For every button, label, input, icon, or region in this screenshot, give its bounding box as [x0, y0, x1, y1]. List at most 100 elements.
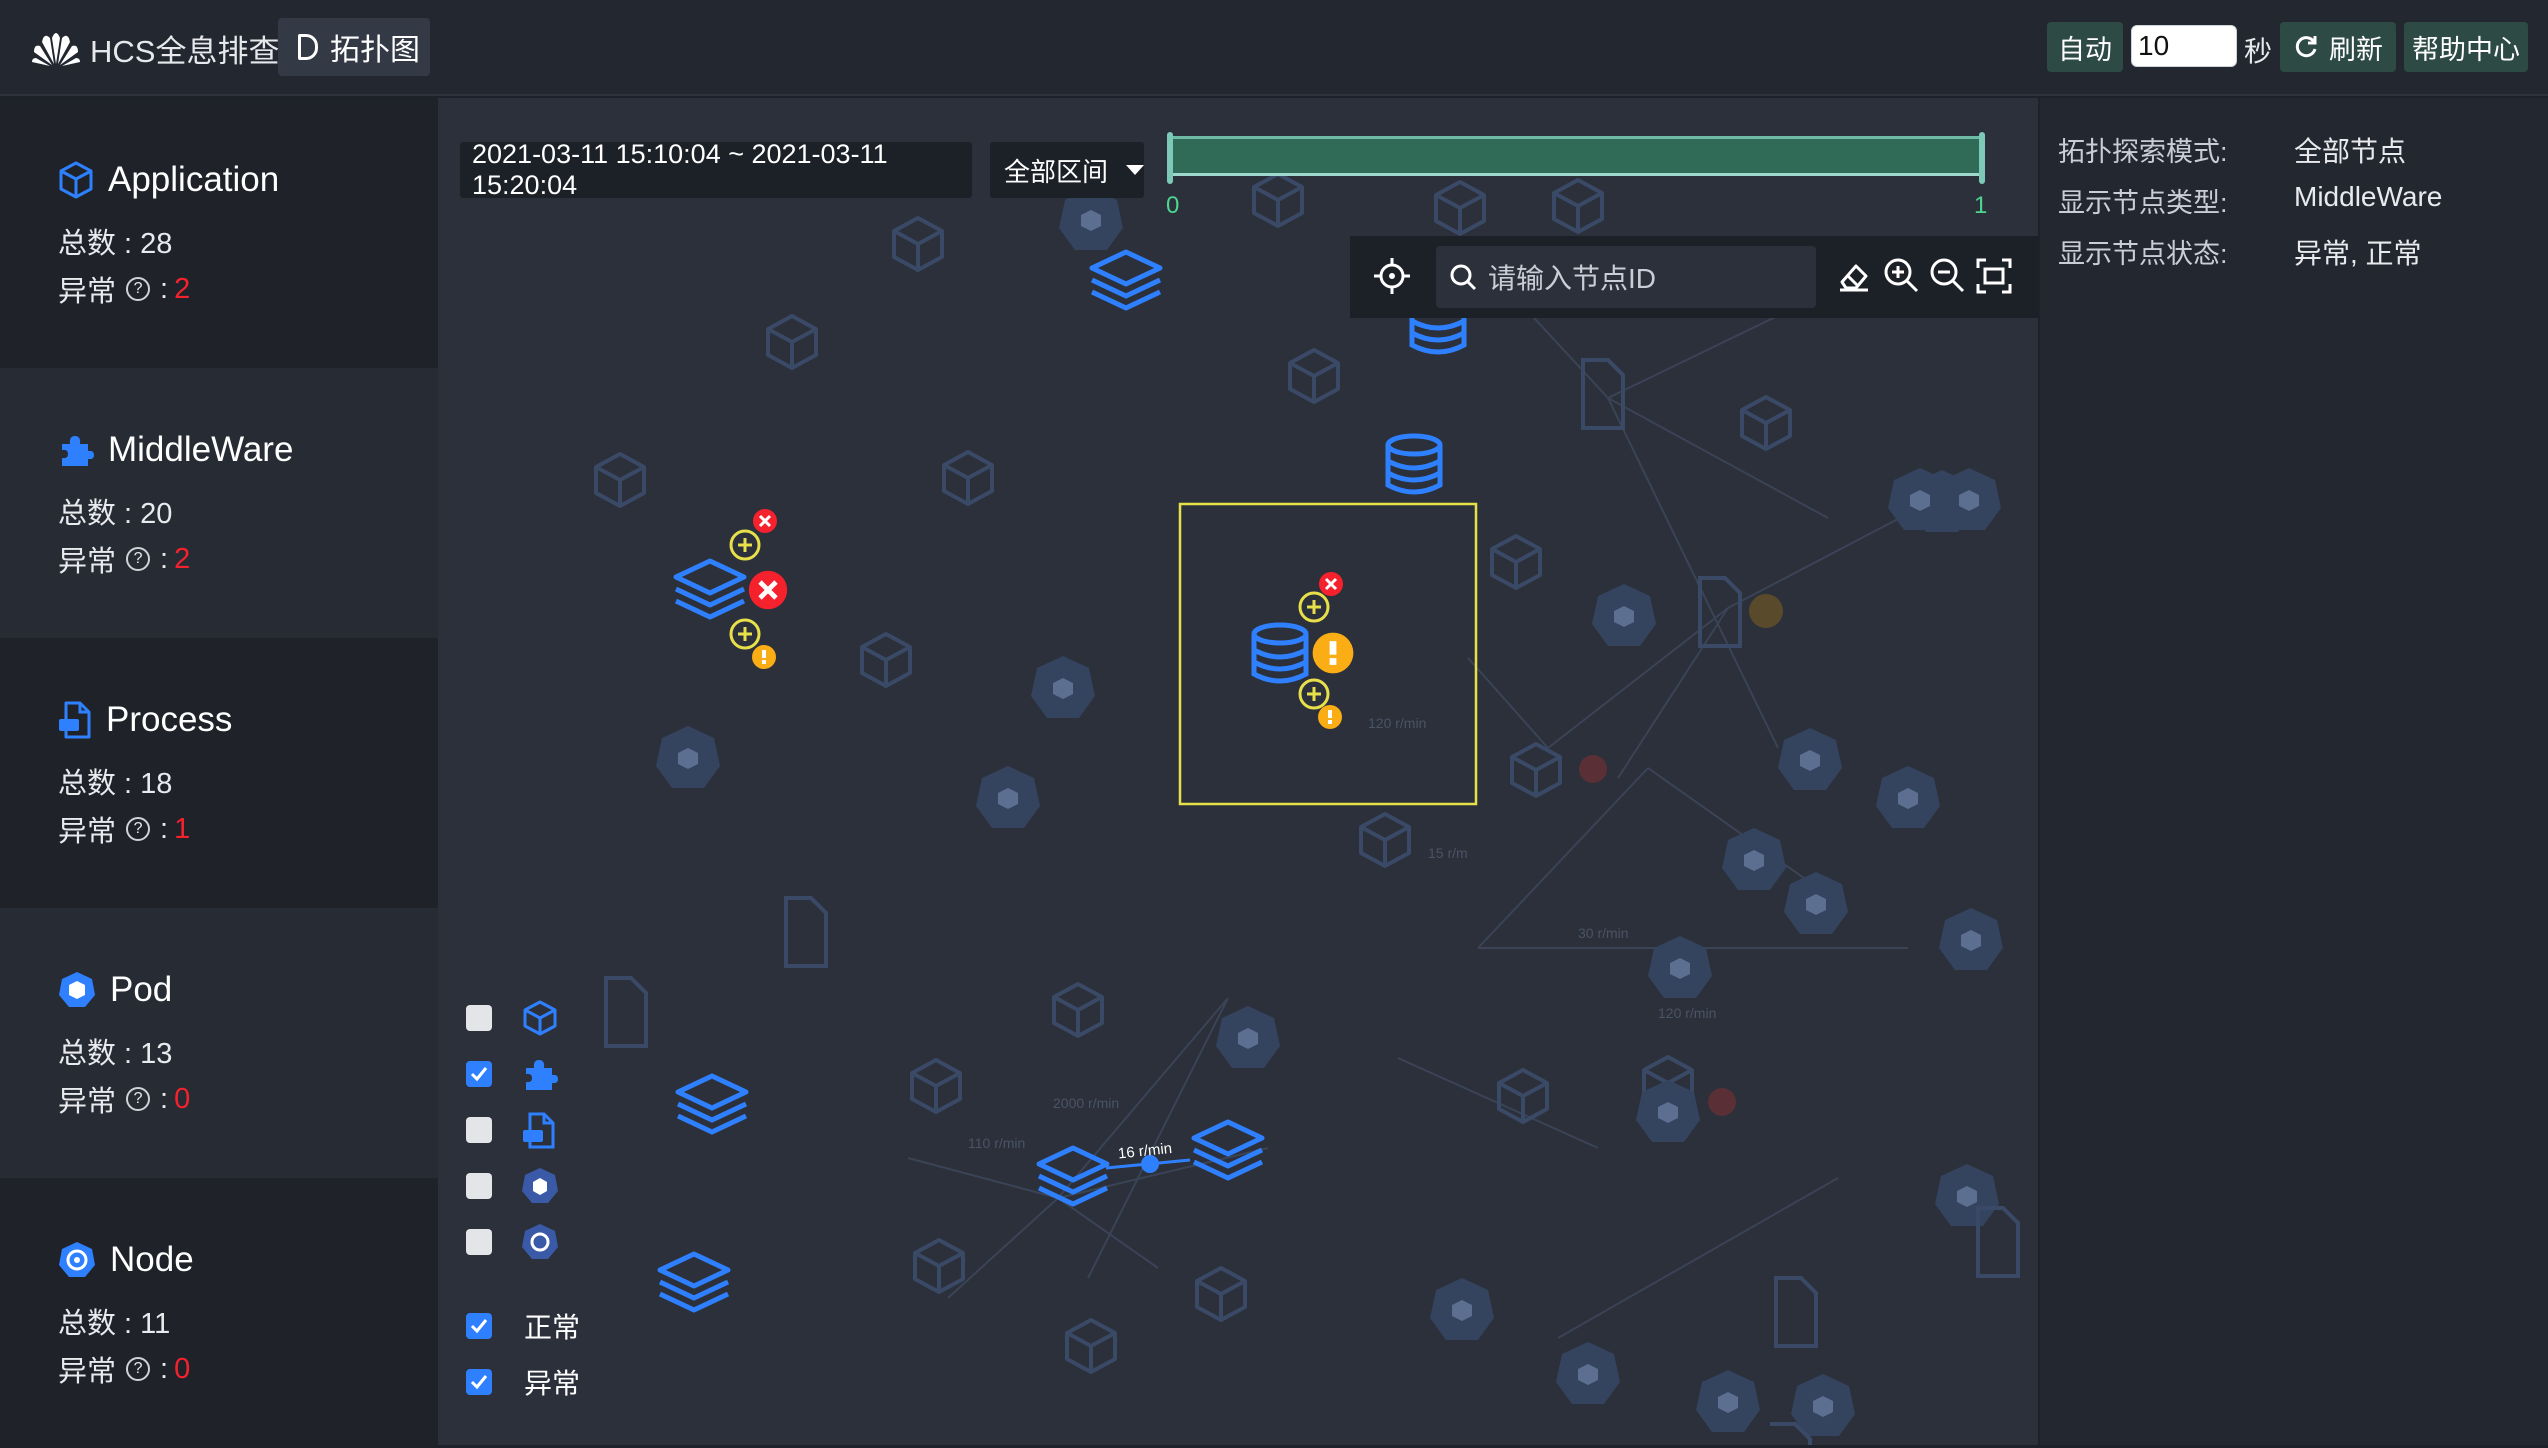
interval-unit-label: 秒 — [2244, 36, 2273, 67]
help-question-icon[interactable]: ? — [126, 1357, 151, 1381]
card-title-text: Pod — [110, 970, 173, 1009]
card-title-text: Node — [110, 1240, 194, 1279]
help-question-icon[interactable]: ? — [126, 817, 151, 841]
card-total: 总数 : 20 — [58, 498, 173, 530]
node-status-label: 显示节点状态: — [2058, 239, 2228, 269]
card-title-text: Process — [106, 700, 233, 739]
filter-node-checkbox[interactable] — [466, 1229, 492, 1255]
slider-min-label: 0 — [1166, 192, 1180, 219]
huawei-logo — [32, 33, 80, 66]
summary-card-pod[interactable]: Pod 总数 : 13 异常 ? : 0 — [0, 908, 438, 1178]
range-select-value: 全部区间 — [1004, 156, 1109, 187]
range-select-dropdown[interactable]: 全部区间 — [990, 142, 1144, 198]
middleware-node-abnormal[interactable] — [676, 507, 787, 669]
filter-application[interactable] — [466, 998, 560, 1038]
filter-abnormal-label: 异常 — [524, 1368, 581, 1399]
auto-refresh-button[interactable]: 自动 — [2047, 22, 2123, 72]
card-abnormal: 异常 ? : 0 — [58, 1348, 190, 1390]
locate-crosshair-icon[interactable] — [1372, 256, 1412, 296]
process-file-icon — [59, 701, 91, 739]
summary-card-node[interactable]: Node 总数 : 11 异常 ? : 0 — [0, 1178, 438, 1448]
refresh-interval-input[interactable] — [2131, 25, 2237, 67]
filter-process-checkbox[interactable] — [466, 1117, 492, 1143]
check-icon — [470, 1067, 488, 1082]
filter-pod[interactable] — [466, 1166, 560, 1206]
abnormal-count: 0 — [174, 1082, 191, 1115]
topology-canvas[interactable]: 120 r/min 120 r/min 15 r/m 30 r/min 2000… — [438, 98, 2038, 1445]
middleware-node[interactable] — [660, 1254, 728, 1310]
middleware-puzzle-icon — [526, 1060, 558, 1090]
colon-separator: : — [160, 542, 169, 575]
search-icon — [1450, 264, 1477, 291]
check-icon — [470, 1375, 488, 1390]
top-bar: HCS全息排查 拓扑图 自动 秒 刷新 帮助中心 — [0, 0, 2548, 96]
node-helm-icon — [522, 1224, 558, 1259]
summary-card-process[interactable]: Process 总数 : 18 异常 ? : 1 — [0, 638, 438, 908]
process-file-icon — [523, 1112, 555, 1149]
refresh-button[interactable]: 刷新 — [2280, 22, 2396, 72]
highlighted-edge[interactable]: 16 r/min — [1105, 1140, 1191, 1173]
zoom-out-icon[interactable] — [1928, 256, 1966, 294]
card-total: 总数 : 11 — [58, 1308, 171, 1340]
svg-text:120 r/min: 120 r/min — [1368, 715, 1426, 731]
abnormal-count: 1 — [174, 812, 191, 845]
filter-process[interactable] — [466, 1110, 560, 1150]
card-abnormal: 异常 ? : 0 — [58, 1078, 190, 1120]
filter-normal-checkbox[interactable] — [466, 1313, 492, 1339]
check-icon — [470, 1319, 488, 1334]
slider-track[interactable] — [1170, 136, 1982, 176]
help-question-icon[interactable]: ? — [126, 1087, 151, 1111]
abnormal-count: 0 — [174, 1352, 191, 1385]
slider-handle-end[interactable] — [1979, 132, 1985, 184]
colon-separator: : — [160, 1352, 169, 1385]
middleware-node-selected[interactable] — [1178, 502, 1478, 806]
filter-status-abnormal[interactable]: 异常 — [466, 1362, 580, 1402]
background-pod-nodes — [656, 188, 2003, 1436]
node-helm-icon — [59, 1242, 95, 1277]
svg-text:30 r/min: 30 r/min — [1578, 925, 1629, 941]
summary-card-middleware[interactable]: MiddleWare 总数 : 20 异常 ? : 2 — [0, 368, 438, 638]
help-question-icon[interactable]: ? — [126, 277, 151, 301]
app-title: HCS全息排查 — [90, 34, 280, 69]
topology-info-panel: 拓扑探索模式: 全部节点 显示节点类型: MiddleWare 显示节点状态: … — [2040, 98, 2548, 1445]
filter-pod-checkbox[interactable] — [466, 1173, 492, 1199]
middleware-node[interactable] — [678, 1076, 746, 1132]
slider-handle-start[interactable] — [1167, 132, 1173, 184]
middleware-node[interactable] — [1092, 252, 1160, 308]
node-summary-sidebar: Application 总数 : 28 异常 ? : 2 MiddleWare … — [0, 98, 438, 1448]
refresh-label: 刷新 — [2329, 34, 2383, 65]
filter-node[interactable] — [466, 1222, 560, 1262]
tab-topology[interactable]: 拓扑图 — [278, 18, 430, 76]
card-total: 总数 : 13 — [58, 1038, 173, 1070]
filter-application-checkbox[interactable] — [466, 1005, 492, 1031]
card-abnormal: 异常 ? : 1 — [58, 808, 190, 850]
abnormal-label: 异常 — [58, 1086, 117, 1118]
middleware-node[interactable] — [1388, 436, 1440, 492]
application-cube-icon — [59, 161, 93, 199]
time-range-display[interactable]: 2021-03-11 15:10:04 ~ 2021-03-11 15:20:0… — [460, 139, 972, 200]
help-center-button[interactable]: 帮助中心 — [2404, 22, 2528, 72]
filter-status-normal[interactable]: 正常 — [466, 1306, 580, 1346]
zoom-in-icon[interactable] — [1882, 256, 1920, 294]
fit-screen-icon[interactable] — [1974, 256, 2014, 296]
card-total: 总数 : 28 — [58, 228, 173, 260]
card-total: 总数 : 18 — [58, 768, 173, 800]
filter-middleware-checkbox[interactable] — [466, 1061, 492, 1087]
chevron-down-icon — [1126, 165, 1144, 175]
filter-middleware[interactable] — [466, 1054, 560, 1094]
pod-heptagon-icon — [59, 972, 95, 1007]
application-cube-icon — [523, 1000, 557, 1036]
card-title-process: Process — [58, 700, 232, 740]
card-abnormal: 异常 ? : 2 — [58, 538, 190, 580]
card-title-text: Application — [108, 160, 280, 199]
filter-abnormal-checkbox[interactable] — [466, 1369, 492, 1395]
svg-text:110 r/min: 110 r/min — [968, 1135, 1025, 1151]
background-edge-labels: 120 r/min 120 r/min 15 r/m 30 r/min 2000… — [968, 715, 1716, 1151]
middleware-node[interactable] — [1194, 1122, 1262, 1178]
help-question-icon[interactable]: ? — [126, 547, 151, 571]
node-id-search[interactable]: 请输入节点ID — [1436, 246, 1816, 308]
summary-card-application[interactable]: Application 总数 : 28 异常 ? : 2 — [0, 98, 438, 368]
eraser-icon[interactable] — [1836, 258, 1872, 294]
time-slider[interactable]: 0 1 — [1166, 132, 1987, 219]
colon-separator: : — [160, 1082, 169, 1115]
